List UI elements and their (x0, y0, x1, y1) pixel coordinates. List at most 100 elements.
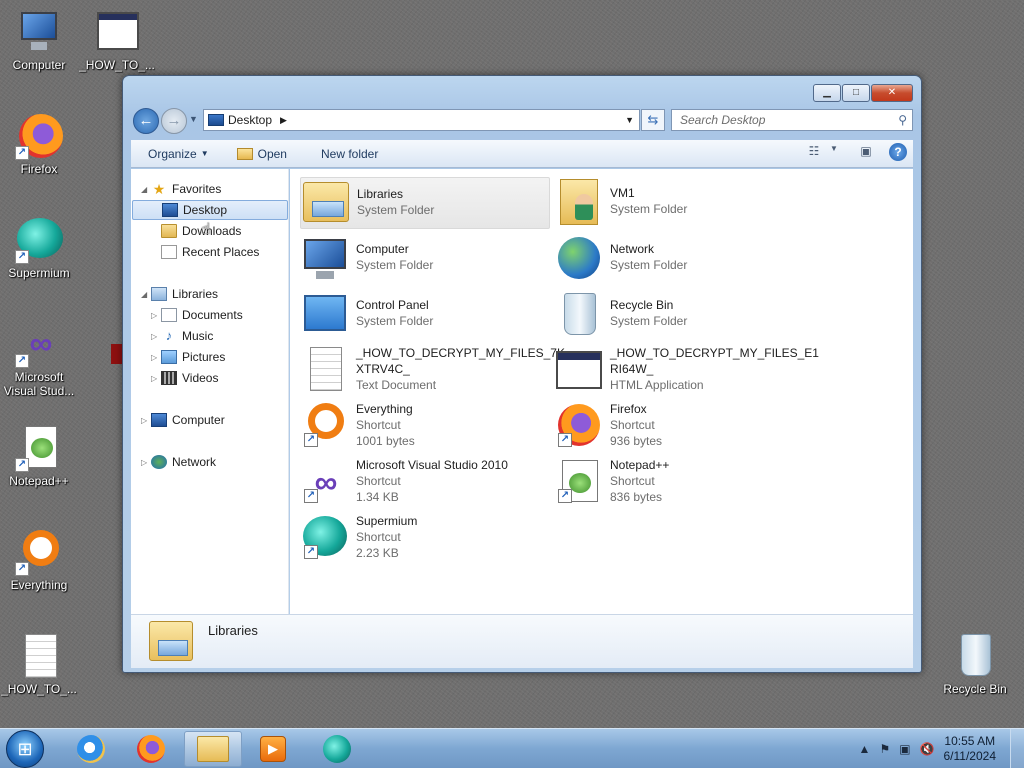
file-size: 836 bytes (610, 490, 663, 504)
action-center-flag-icon[interactable]: ⚑ (879, 742, 890, 756)
file-name: Everything (356, 402, 413, 416)
computer-icon (300, 233, 350, 283)
file-item-network[interactable]: Network System Folder (554, 233, 804, 285)
nav-network[interactable]: ▷ Network (141, 452, 216, 472)
nav-label: Pictures (182, 350, 226, 364)
desktop-icon-recycle-bin[interactable]: Recycle Bin (937, 632, 1013, 696)
file-item-how-to-txt[interactable]: _HOW_TO_DECRYPT_MY_FILES_7K XTRV4C_ Text D… (300, 345, 565, 397)
expand-arrow-icon[interactable]: ▷ (151, 353, 161, 362)
history-dropdown-icon[interactable]: ▼ (189, 114, 198, 124)
desktop-icon-firefox[interactable]: ↗ Firefox (1, 112, 77, 176)
breadcrumb-arrow-icon[interactable]: ▶ (280, 115, 287, 126)
expand-arrow-icon[interactable]: ▷ (151, 332, 161, 341)
nav-computer[interactable]: ▷ Computer (141, 410, 225, 430)
maximize-button[interactable]: □ (842, 84, 870, 102)
window-caption-buttons: ▁ □ ✕ (812, 84, 913, 102)
desktop-icon-label: Everything (10, 578, 68, 592)
text-file-icon (15, 632, 63, 680)
expand-arrow-icon[interactable]: ◢ (141, 185, 151, 194)
file-size: 1.34 KB (356, 490, 399, 504)
back-button[interactable]: ← (133, 108, 159, 134)
start-button[interactable]: ⊞ (6, 730, 44, 768)
explorer-window[interactable]: ▁ □ ✕ ← → ▼ Desktop ▶ ▼ ⇆ Search Desktop… (122, 75, 922, 673)
view-dropdown-icon[interactable]: ▼ (825, 144, 843, 160)
everything-icon: ↗ (300, 401, 350, 451)
shortcut-arrow-icon: ↗ (15, 458, 29, 472)
nav-desktop[interactable]: Desktop (132, 200, 288, 220)
clock-time: 10:55 AM (944, 734, 996, 748)
chevron-down-icon: ▼ (200, 149, 209, 158)
taskbar-firefox[interactable] (122, 731, 180, 767)
search-input[interactable]: Search Desktop ⚲ (671, 109, 913, 131)
change-view-icon[interactable]: ☷ (805, 144, 823, 160)
file-item-supermium[interactable]: ↗ Supermium Shortcut 2.23 KB (300, 513, 550, 565)
desktop-icon-how-to-hta[interactable]: _HOW_TO_... (79, 8, 155, 72)
shortcut-arrow-icon: ↗ (15, 146, 29, 160)
taskbar-internet-explorer[interactable] (62, 731, 120, 767)
file-item-firefox[interactable]: ↗ Firefox Shortcut 936 bytes (554, 401, 804, 453)
file-size: 936 bytes (610, 434, 663, 448)
minimize-button[interactable]: ▁ (813, 84, 841, 102)
address-bar[interactable]: Desktop ▶ ▼ (203, 109, 640, 131)
expand-arrow-icon[interactable]: ▷ (151, 374, 161, 383)
file-type: System Folder (610, 258, 688, 272)
expand-arrow-icon[interactable]: ◢ (141, 290, 151, 299)
visual-studio-icon: ∞ ↗ (300, 457, 350, 507)
desktop-icon-notepad-plus-plus[interactable]: ↗ Notepad++ (1, 424, 77, 488)
clock[interactable]: 10:55 AM 6/11/2024 (944, 734, 997, 764)
text-file-icon (300, 345, 350, 395)
nav-pictures[interactable]: ▷ Pictures (151, 347, 225, 367)
music-icon: ♪ (165, 328, 173, 343)
file-item-notepad-plus-plus[interactable]: ↗ Notepad++ Shortcut 836 bytes (554, 457, 804, 509)
volume-muted-icon[interactable]: 🔇 (920, 742, 935, 756)
new-folder-button[interactable]: New folder (311, 147, 388, 161)
file-size: 1001 bytes (356, 434, 415, 448)
desktop-icon-how-to-txt[interactable]: _HOW_TO_... (1, 632, 77, 696)
network-tray-icon[interactable]: ▣ (899, 742, 910, 756)
nav-favorites[interactable]: ◢ ★ Favorites (141, 179, 221, 199)
forward-button[interactable]: → (161, 108, 187, 134)
taskbar-media-player[interactable]: ▶ (244, 731, 302, 767)
nav-documents[interactable]: ▷ Documents (151, 305, 243, 325)
nav-libraries[interactable]: ◢ Libraries (141, 284, 218, 304)
file-item-everything[interactable]: ↗ Everything Shortcut 1001 bytes (300, 401, 550, 453)
documents-icon (161, 308, 177, 322)
close-button[interactable]: ✕ (871, 84, 913, 102)
expand-arrow-icon[interactable]: ▷ (151, 311, 161, 320)
nav-videos[interactable]: ▷ Videos (151, 368, 218, 388)
file-item-vm1[interactable]: VM1 System Folder (554, 177, 804, 229)
nav-recent-places[interactable]: Recent Places (161, 242, 259, 262)
show-desktop-button[interactable] (1010, 729, 1024, 768)
taskbar-explorer[interactable] (184, 731, 242, 767)
address-location[interactable]: Desktop (228, 113, 272, 127)
refresh-button[interactable]: ⇆ (641, 109, 665, 131)
recycle-bin-icon (951, 632, 999, 680)
file-item-visual-studio[interactable]: ∞ ↗ Microsoft Visual Studio 2010 Shortcut 1… (300, 457, 550, 509)
file-type: System Folder (610, 202, 688, 216)
preview-pane-icon[interactable]: ▣ (857, 144, 875, 160)
file-item-computer[interactable]: Computer System Folder (300, 233, 550, 285)
desktop-icon-everything[interactable]: ↗ Everything (1, 528, 77, 592)
desktop-icon-computer[interactable]: Computer (1, 8, 77, 72)
show-hidden-icons-icon[interactable]: ▲ (859, 742, 871, 756)
nav-label: Libraries (172, 287, 219, 301)
help-icon[interactable]: ? (889, 143, 907, 161)
expand-arrow-icon[interactable]: ▷ (141, 416, 151, 425)
expand-arrow-icon[interactable]: ▷ (141, 458, 151, 467)
taskbar-supermium[interactable] (308, 731, 366, 767)
system-tray: ▲ ⚑ ▣ 🔇 10:55 AM 6/11/2024 (859, 729, 1024, 768)
nav-music[interactable]: ▷ ♪ Music (151, 326, 213, 346)
explorer-folder-icon (197, 736, 229, 762)
desktop-icon-visual-studio[interactable]: ∞ ↗ Microsoft Visual Stud... (1, 320, 77, 398)
address-dropdown-icon[interactable]: ▼ (625, 115, 634, 125)
desktop-icon-supermium[interactable]: ↗ Supermium (1, 216, 77, 280)
file-item-recycle-bin[interactable]: Recycle Bin System Folder (554, 289, 804, 341)
file-item-libraries[interactable]: Libraries System Folder (300, 177, 550, 229)
organize-button[interactable]: Organize ▼ (131, 147, 219, 161)
details-name: Libraries (208, 623, 258, 638)
search-icon[interactable]: ⚲ (898, 110, 907, 130)
open-button[interactable]: Open (227, 147, 297, 161)
file-item-how-to-hta[interactable]: _HOW_TO_DECRYPT_MY_FILES_E1 RI64W_ HTML Ap… (554, 345, 819, 397)
file-item-control-panel[interactable]: Control Panel System Folder (300, 289, 550, 341)
hand-cursor-icon: ☝ (201, 221, 211, 238)
